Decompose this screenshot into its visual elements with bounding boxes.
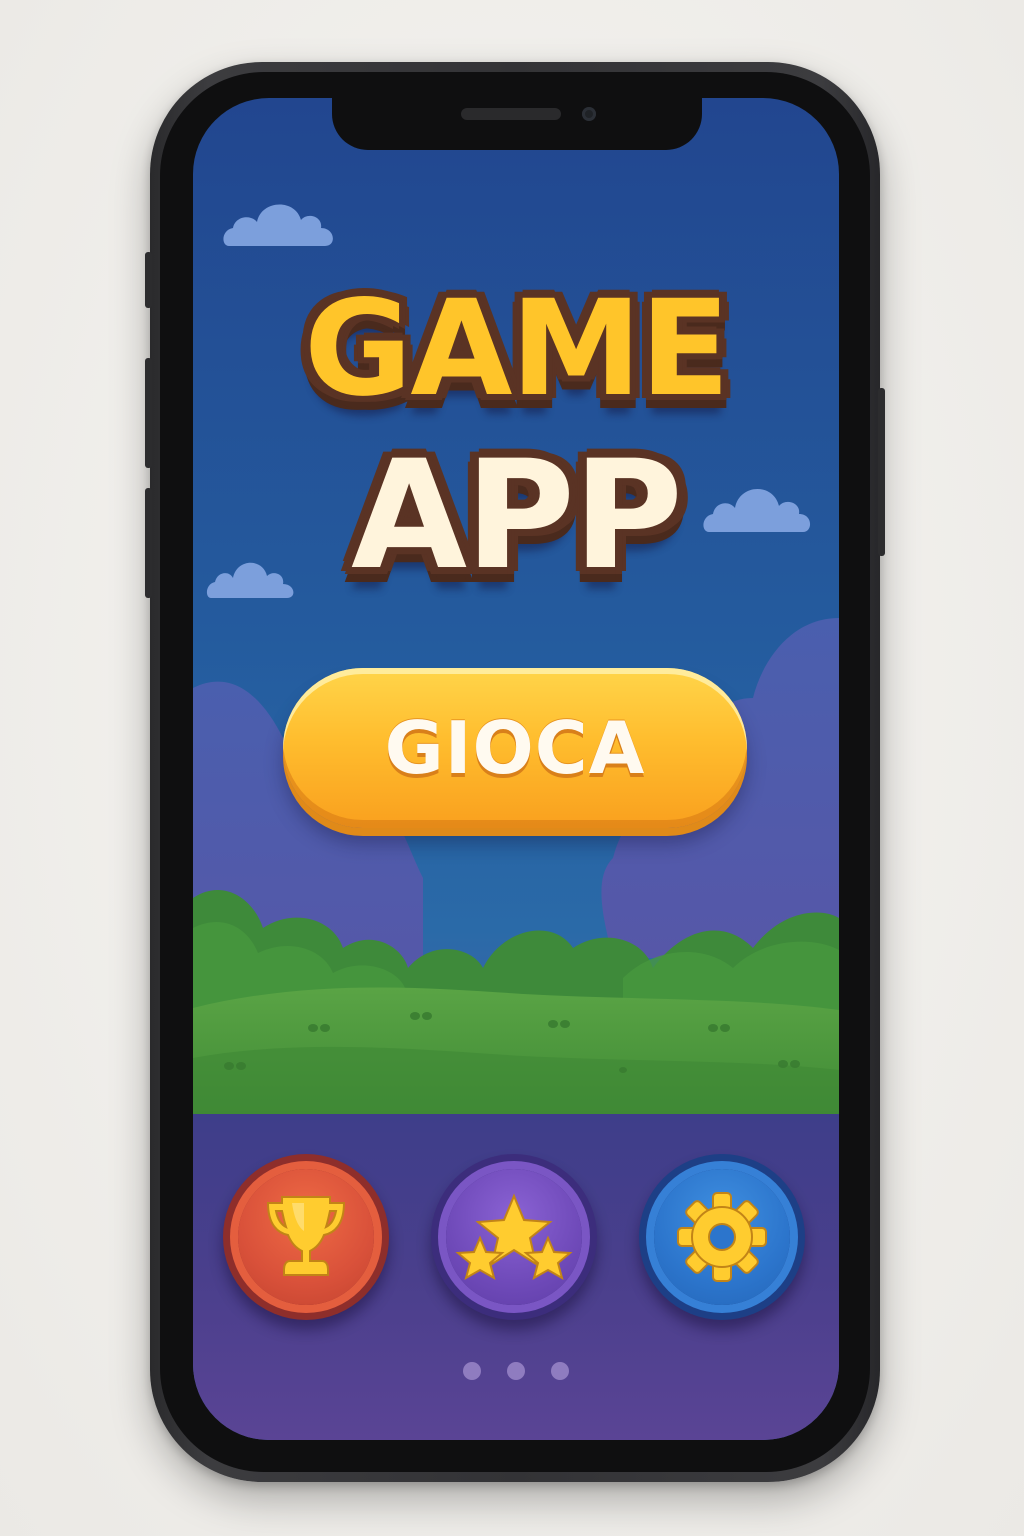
play-button[interactable]: GIOCA bbox=[283, 668, 747, 828]
title-line-1: GAME bbox=[303, 272, 730, 426]
front-camera bbox=[582, 107, 596, 121]
play-button-label: GIOCA bbox=[384, 706, 646, 790]
page-dot[interactable] bbox=[551, 1362, 569, 1380]
page-dot[interactable] bbox=[507, 1362, 525, 1380]
trophy-button-face bbox=[238, 1169, 374, 1305]
cloud-top-left bbox=[223, 204, 333, 246]
page-indicator bbox=[193, 1362, 839, 1380]
stars-button[interactable] bbox=[431, 1154, 597, 1320]
stars-icon bbox=[455, 1193, 573, 1281]
page-dot[interactable] bbox=[463, 1362, 481, 1380]
game-screen: GAME APP GIOCA bbox=[193, 98, 839, 1440]
title-line-2: APP bbox=[351, 429, 683, 603]
speaker-grille bbox=[461, 108, 561, 120]
bottom-menu bbox=[193, 1114, 839, 1440]
notch bbox=[332, 98, 702, 150]
trophy-button[interactable] bbox=[223, 1154, 389, 1320]
stars-button-face bbox=[446, 1169, 582, 1305]
settings-button[interactable] bbox=[639, 1154, 805, 1320]
trophy-icon bbox=[266, 1196, 346, 1276]
silent-switch bbox=[145, 252, 152, 308]
background: GAME APP GIOCA bbox=[0, 0, 1024, 1536]
volume-up-button bbox=[145, 358, 152, 468]
volume-down-button bbox=[145, 488, 152, 598]
gear-icon bbox=[677, 1192, 767, 1282]
power-button bbox=[878, 388, 885, 556]
settings-button-face bbox=[654, 1169, 790, 1305]
